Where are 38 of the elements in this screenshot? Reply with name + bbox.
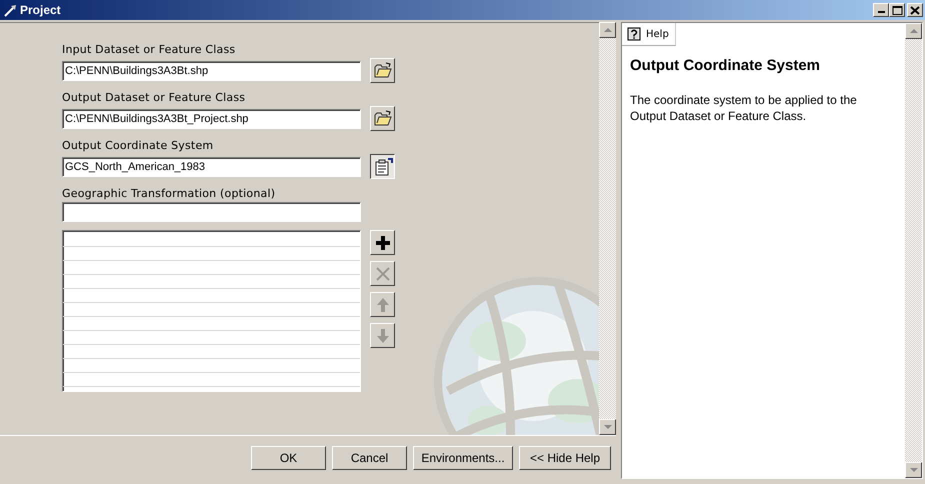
properties-button[interactable] [370, 154, 395, 179]
dialog-button[interactable]: OK [251, 446, 326, 470]
input-field[interactable] [62, 202, 361, 222]
input-field[interactable]: C:\PENN\Buildings3A3Bt_Project.shp [62, 108, 361, 128]
scroll-up-button[interactable] [905, 23, 922, 39]
input-field[interactable]: C:\PENN\Buildings3A3Bt.shp [62, 60, 361, 80]
help-text: The coordinate system to be applied to the Output Dataset or Feature Class. [630, 92, 858, 124]
minimize-icon [878, 11, 884, 13]
plus-icon [374, 234, 392, 252]
field-label: Output Dataset or Feature Class [62, 91, 246, 106]
dialog-button[interactable]: Cancel [332, 446, 407, 470]
scroll-down-button[interactable] [905, 462, 922, 478]
scroll-bar[interactable] [599, 22, 616, 435]
scroll-bar[interactable] [905, 23, 922, 478]
open-folder-button[interactable] [370, 58, 395, 83]
window-title: Project [20, 3, 62, 17]
minimize-button[interactable] [873, 3, 889, 17]
clipboard-icon [372, 156, 392, 176]
help-tab[interactable]: Help [622, 23, 676, 46]
close-icon [908, 4, 922, 16]
x-icon [374, 264, 392, 282]
folder-icon [372, 60, 392, 80]
scroll-up-button[interactable] [599, 22, 616, 38]
maximize-button[interactable] [889, 3, 905, 17]
open-folder-button[interactable] [370, 106, 395, 131]
folder-icon [372, 108, 392, 128]
maximize-icon [890, 4, 904, 16]
field-label: Output Coordinate System [62, 139, 214, 154]
field-label: Geographic Transformation (optional) [62, 187, 276, 202]
field-label: Input Dataset or Feature Class [62, 43, 236, 58]
add-button[interactable] [370, 230, 395, 255]
help-icon [627, 27, 641, 41]
scroll-down-button[interactable] [599, 419, 616, 435]
help-heading: Output Coordinate System [630, 57, 822, 74]
dialog-button[interactable]: Environments... [413, 446, 513, 470]
dialog-button[interactable]: << Hide Help [519, 446, 611, 470]
input-field[interactable]: GCS_North_American_1983 [62, 156, 361, 176]
close-button[interactable] [907, 3, 923, 17]
